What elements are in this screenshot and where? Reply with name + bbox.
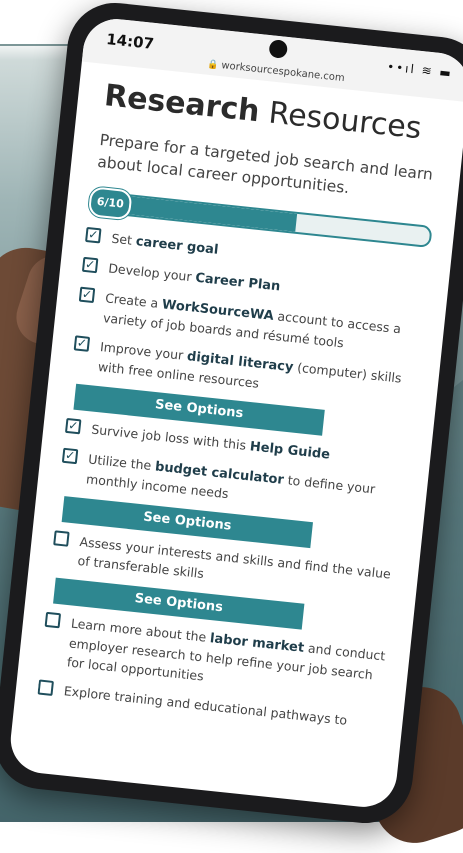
smartphone: 14:07 ••ıl ≋ ▬ 🔒 worksourcespokane.com Re…: [0, 0, 463, 828]
status-icons: ••ıl ≋ ▬: [386, 59, 454, 81]
progress-badge: 6/10: [87, 186, 133, 221]
checkbox[interactable]: ✓: [78, 286, 96, 304]
checkbox[interactable]: [53, 530, 70, 547]
link[interactable]: Help Guide: [249, 439, 331, 462]
checkbox[interactable]: ✓: [64, 417, 82, 435]
checkbox[interactable]: ✓: [61, 447, 79, 465]
page-title-rest: Resources: [267, 95, 424, 147]
checkbox[interactable]: ✓: [73, 335, 91, 352]
checkbox[interactable]: ✓: [81, 256, 99, 274]
checkbox[interactable]: [37, 679, 54, 696]
link[interactable]: Career Plan: [195, 271, 281, 295]
front-camera-notch: [268, 39, 289, 59]
checkbox[interactable]: ✓: [85, 226, 102, 244]
phone-screen: 14:07 ••ıl ≋ ▬ 🔒 worksourcespokane.com Re…: [7, 15, 463, 811]
checklist: ✓ Set career goal ✓ Develop your Career …: [37, 226, 429, 738]
link[interactable]: career goal: [135, 234, 219, 258]
checkbox[interactable]: [44, 611, 62, 629]
page-title-bold: Research: [102, 78, 262, 130]
page-content: Research Resources Prepare for a targete…: [15, 62, 463, 741]
lock-icon: 🔒: [206, 59, 219, 71]
